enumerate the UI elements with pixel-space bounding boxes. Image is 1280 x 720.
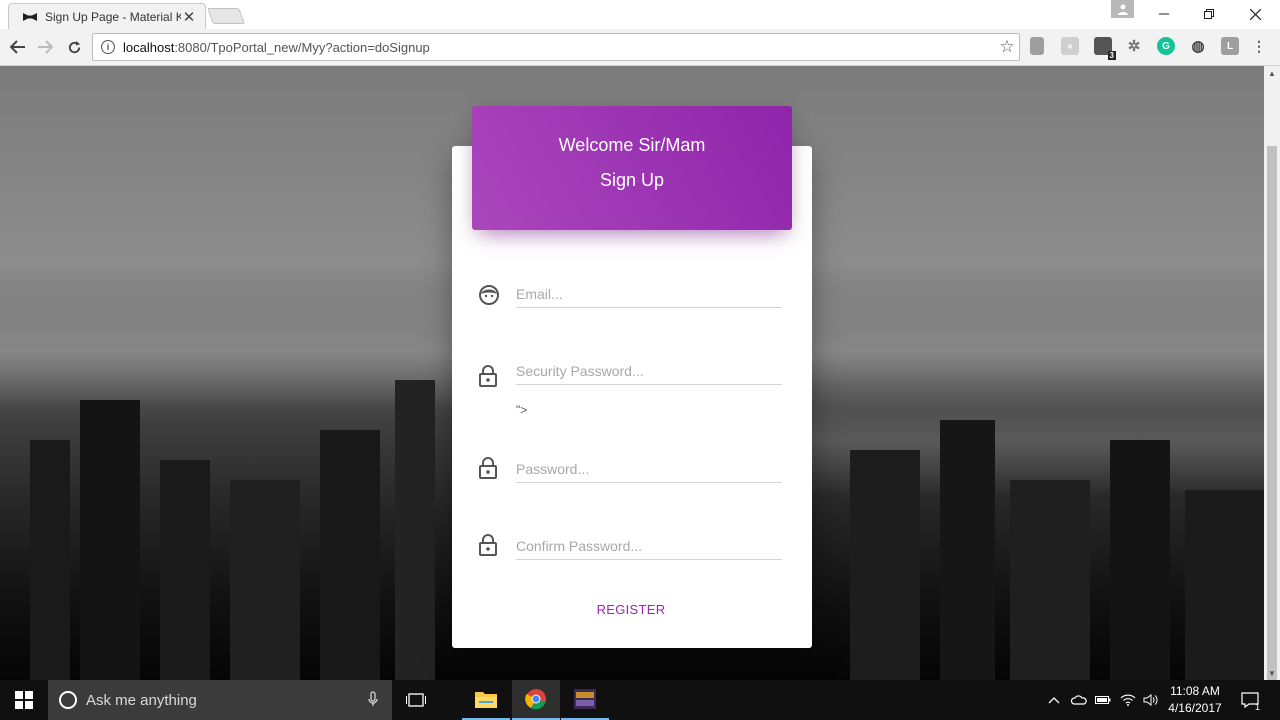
register-button[interactable]: REGISTER	[571, 597, 691, 621]
address-url[interactable]: localhost:8080/TpoPortal_new/Myy?action=…	[123, 40, 995, 55]
windows-start-icon[interactable]	[0, 680, 48, 720]
chrome-icon[interactable]	[512, 680, 560, 720]
password-field-group	[472, 447, 784, 487]
volume-icon[interactable]	[1141, 680, 1161, 720]
tray-overflow-icon[interactable]	[1045, 680, 1063, 720]
security-password-field-group	[472, 349, 784, 389]
lock-icon	[478, 365, 500, 389]
background-building	[1110, 440, 1170, 680]
taskbar-clock[interactable]: 11:08 AM 4/16/2017	[1160, 683, 1230, 717]
extension-badge-icon[interactable]: 3	[1094, 37, 1116, 60]
cortana-search-box[interactable]: Ask me anything	[48, 680, 392, 720]
scroll-down-icon[interactable]: ▼	[1264, 666, 1280, 680]
email-input[interactable]	[516, 280, 782, 308]
background-building	[940, 420, 995, 680]
extension-letter-icon[interactable]: L	[1221, 37, 1239, 55]
card-header: Welcome Sir/Mam Sign Up	[472, 106, 792, 230]
file-explorer-icon[interactable]	[462, 680, 510, 720]
background-building	[320, 430, 380, 680]
notification-count: 1	[1254, 702, 1260, 712]
restore-icon[interactable]	[1186, 0, 1232, 28]
search-placeholder: Ask me anything	[86, 691, 197, 709]
new-tab-button[interactable]	[207, 8, 245, 24]
background-building	[395, 380, 435, 680]
scroll-up-icon[interactable]: ▲	[1264, 66, 1280, 80]
action-center-icon[interactable]: 1	[1236, 680, 1264, 720]
microphone-icon[interactable]	[368, 690, 392, 710]
background-building	[1010, 480, 1090, 680]
java-ide-icon[interactable]	[561, 680, 609, 720]
confirm-password-field-group	[472, 524, 784, 564]
background-building	[850, 450, 920, 680]
background-building	[230, 480, 300, 680]
browser-toolbar: i localhost:8080/TpoPortal_new/Myy?actio…	[0, 29, 1280, 66]
security-password-input[interactable]	[516, 357, 782, 385]
close-window-icon[interactable]	[1232, 0, 1278, 28]
background-building	[1185, 490, 1264, 680]
bookmark-star-icon[interactable]: ☆	[995, 37, 1019, 57]
scrollbar-thumb[interactable]	[1267, 146, 1277, 706]
confirm-password-input[interactable]	[516, 532, 782, 560]
welcome-heading: Welcome Sir/Mam	[558, 135, 706, 155]
cortana-icon	[59, 691, 77, 709]
email-field-group	[472, 272, 784, 312]
windows-taskbar: Ask me anything 11:08 AM 4/16/2017 1	[0, 680, 1280, 720]
lock-icon	[478, 534, 500, 558]
extension-puzzle-icon[interactable]: ✲	[1125, 37, 1143, 55]
page-background: Welcome Sir/Mam Sign Up "> REGISTER	[0, 66, 1264, 680]
clock-date: 4/16/2017	[1168, 701, 1222, 715]
extension-quote-icon[interactable]: «	[1061, 37, 1079, 55]
site-info-icon[interactable]: i	[101, 40, 115, 54]
forward-arrow-icon[interactable]	[34, 36, 56, 58]
tab-title: Sign Up Page - Material K	[45, 9, 181, 24]
profile-icon[interactable]	[1111, 0, 1134, 18]
bowtie-favicon-icon	[23, 12, 37, 22]
extension-grammarly-icon[interactable]: G	[1157, 37, 1175, 55]
onedrive-icon[interactable]	[1069, 680, 1089, 720]
background-building	[80, 400, 140, 680]
task-view-icon[interactable]	[392, 680, 440, 720]
tab-close-icon[interactable]: ✕	[181, 8, 197, 26]
background-building	[160, 460, 210, 680]
extension-bookmark-icon[interactable]	[1030, 37, 1044, 55]
lock-icon	[478, 457, 500, 481]
back-arrow-icon[interactable]	[7, 36, 29, 58]
page-scrollbar[interactable]: ▲ ▼	[1264, 66, 1280, 706]
clock-time: 11:08 AM	[1170, 684, 1220, 698]
wifi-icon[interactable]	[1118, 680, 1138, 720]
extension-wordpress-icon[interactable]: ◍	[1189, 37, 1207, 55]
browser-tab[interactable]: Sign Up Page - Material K ✕	[8, 3, 206, 29]
stray-markup-text: ">	[516, 403, 528, 417]
background-building	[30, 440, 70, 680]
signup-heading: Sign Up	[599, 170, 665, 190]
address-bar[interactable]: i localhost:8080/TpoPortal_new/Myy?actio…	[92, 33, 1020, 61]
password-input[interactable]	[516, 455, 782, 483]
face-icon	[478, 284, 500, 308]
battery-icon[interactable]	[1093, 680, 1113, 720]
reload-icon[interactable]	[63, 36, 85, 58]
chrome-menu-icon[interactable]: ⋮	[1252, 37, 1266, 55]
minimize-icon[interactable]	[1141, 0, 1187, 28]
extension-badge-count: 3	[1107, 51, 1116, 60]
browser-tabstrip: Sign Up Page - Material K ✕	[0, 0, 1280, 29]
